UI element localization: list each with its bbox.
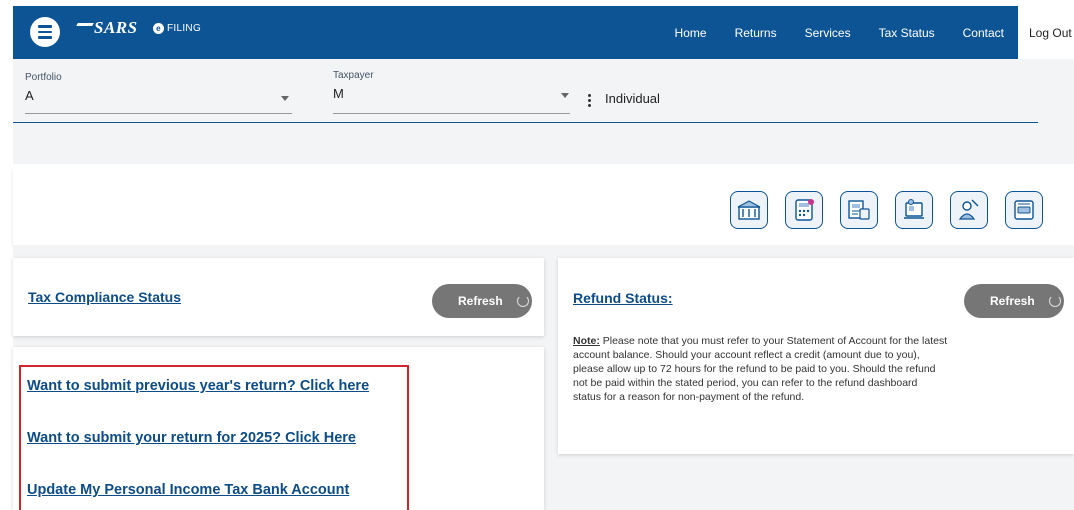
previous-year-return-link[interactable]: Want to submit previous year's return? C… (27, 378, 369, 394)
portfolio-dropdown-icon[interactable] (281, 96, 289, 101)
nav-home[interactable]: Home (661, 6, 721, 59)
portfolio-select[interactable]: Portfolio A (25, 72, 292, 114)
taxpayer-label: Taxpayer (333, 70, 374, 81)
taxpayer-underline (333, 113, 570, 114)
nav-tax-status[interactable]: Tax Status (865, 6, 949, 59)
payment-card-icon[interactable] (1005, 191, 1043, 229)
refund-refresh-button[interactable]: Refresh (964, 284, 1064, 318)
note-text: Please note that you must refer to your … (573, 335, 948, 403)
refund-refresh-label: Refresh (990, 294, 1035, 308)
hamburger-menu-icon[interactable] (30, 17, 60, 47)
logout-button[interactable]: Log Out (1018, 6, 1074, 59)
help-person-icon[interactable] (950, 191, 988, 229)
taxpayer-value: M (333, 86, 344, 101)
more-options-icon[interactable] (588, 94, 591, 107)
service-shortcuts-card (13, 168, 1074, 245)
main-nav: Home Returns Services Tax Status Contact… (661, 6, 1074, 59)
top-navigation-bar: SARS e FILING Home Returns Services Tax … (13, 6, 1074, 59)
refresh-icon (516, 295, 529, 307)
sars-logo[interactable]: SARS (72, 18, 138, 38)
current-year-return-link[interactable]: Want to submit your return for 2025? Cli… (27, 430, 356, 446)
taxpayer-selector-panel: Portfolio A Taxpayer M Individual (13, 59, 1074, 164)
divider (13, 122, 1038, 123)
taxpayer-type: Individual (605, 91, 660, 106)
laptop-person-icon[interactable] (895, 191, 933, 229)
note-label: Note: (573, 335, 600, 347)
calculator-icon[interactable] (785, 191, 823, 229)
efiling-logo-text: FILING (167, 23, 202, 34)
taxpayer-select[interactable]: Taxpayer M (333, 70, 570, 114)
efiling-logo: e FILING (153, 23, 201, 34)
portfolio-value: A (25, 88, 34, 103)
refund-status-title[interactable]: Refund Status: (573, 290, 673, 306)
compliance-refresh-label: Refresh (458, 294, 503, 308)
portfolio-underline (25, 113, 292, 114)
nav-contact[interactable]: Contact (949, 6, 1018, 59)
bank-building-icon[interactable] (730, 191, 768, 229)
sars-logo-mark (72, 23, 94, 33)
refresh-icon (1048, 295, 1061, 307)
taxpayer-dropdown-icon[interactable] (561, 93, 569, 98)
nav-services[interactable]: Services (791, 6, 865, 59)
tax-compliance-card: Tax Compliance Status Refresh (13, 258, 544, 336)
efiling-e-icon: e (153, 23, 164, 34)
portfolio-label: Portfolio (25, 72, 62, 83)
tax-compliance-title[interactable]: Tax Compliance Status (28, 289, 181, 305)
document-card-icon[interactable] (840, 191, 878, 229)
compliance-refresh-button[interactable]: Refresh (432, 284, 532, 318)
nav-returns[interactable]: Returns (721, 6, 791, 59)
update-bank-account-link[interactable]: Update My Personal Income Tax Bank Accou… (27, 482, 349, 498)
refund-status-card: Refund Status: Refresh Note: Please note… (558, 258, 1074, 454)
refund-note: Note: Please note that you must refer to… (573, 334, 948, 404)
sars-logo-text: SARS (94, 18, 138, 37)
